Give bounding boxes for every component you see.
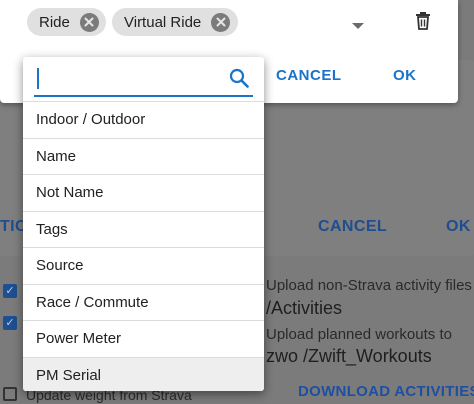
menu-item-power-meter[interactable]: Power Meter	[23, 320, 264, 357]
search-input[interactable]	[35, 65, 221, 91]
menu-item-pm-serial[interactable]: PM Serial	[23, 356, 264, 391]
trash-icon[interactable]	[415, 12, 431, 35]
search-underline	[34, 95, 253, 97]
menu-item-tags[interactable]: Tags	[23, 210, 264, 248]
menu-item-name[interactable]: Name	[23, 137, 264, 175]
mid-ok-button[interactable]: OK	[446, 218, 471, 236]
ok-button[interactable]: OK	[393, 67, 417, 84]
menu-list: Indoor / Outdoor Name Not Name Tags Sour…	[23, 101, 264, 391]
mid-cancel-button[interactable]: CANCEL	[318, 218, 387, 236]
menu-item-source[interactable]: Source	[23, 247, 264, 284]
update-weight-checkbox[interactable]	[3, 387, 17, 401]
chip-ride[interactable]: Ride	[27, 8, 106, 36]
dropdown-arrow-icon[interactable]	[351, 17, 365, 35]
filter-field-menu: Indoor / Outdoor Name Not Name Tags Sour…	[23, 57, 264, 391]
sync-checkbox-2[interactable]: ✓	[3, 316, 17, 330]
download-activities-button[interactable]: DOWNLOAD ACTIVITIES	[298, 383, 474, 400]
menu-item-indoor-outdoor[interactable]: Indoor / Outdoor	[23, 101, 264, 138]
cancel-button[interactable]: CANCEL	[276, 67, 342, 84]
close-circle-icon[interactable]	[211, 12, 231, 32]
close-circle-icon[interactable]	[79, 12, 99, 32]
text-cursor	[37, 68, 39, 89]
chip-virtual-ride[interactable]: Virtual Ride	[112, 8, 238, 36]
sync-checkbox-1[interactable]: ✓	[3, 284, 17, 298]
workouts-path: zwo /Zwift_Workouts	[266, 346, 432, 366]
upload-non-strava-text: Upload non-Strava activity files to	[266, 277, 474, 294]
activities-path: /Activities	[266, 298, 343, 318]
menu-item-race-commute[interactable]: Race / Commute	[23, 283, 264, 321]
search-box	[23, 57, 264, 101]
search-icon[interactable]	[229, 68, 249, 93]
menu-item-not-name[interactable]: Not Name	[23, 174, 264, 211]
upload-planned-text: Upload planned workouts to	[266, 326, 452, 343]
chip-label: Virtual Ride	[124, 13, 202, 31]
chip-label: Ride	[39, 13, 70, 31]
